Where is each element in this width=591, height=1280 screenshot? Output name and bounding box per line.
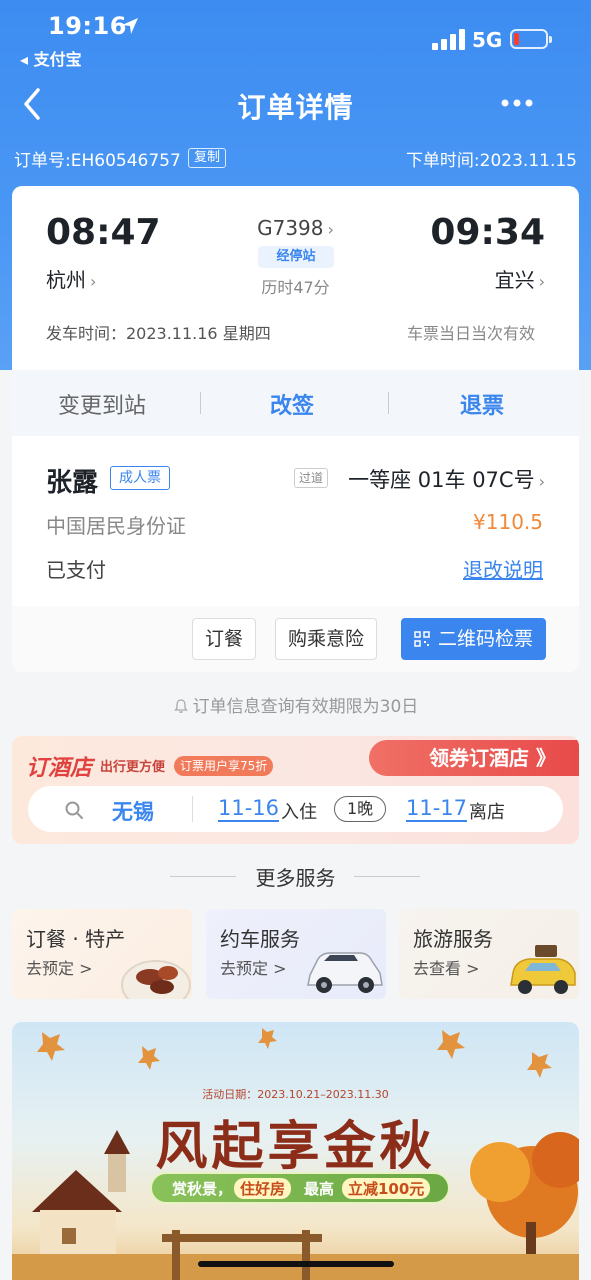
network-type: 5G: [472, 28, 503, 52]
order-meal-button[interactable]: 订餐: [192, 618, 257, 660]
divider: [200, 392, 201, 414]
more-icon[interactable]: [500, 96, 534, 110]
seat-info-label: 一等座 01车 07C号: [348, 468, 535, 492]
chevron-right-icon: ›: [327, 220, 334, 239]
hotel-subtitle: 出行更方便: [100, 760, 166, 775]
service-title: 旅游服务: [413, 927, 493, 951]
hotel-city[interactable]: 无锡: [112, 796, 154, 826]
ticket-validity-note: 车票当日当次有效: [406, 324, 535, 343]
id-type: 中国居民身份证: [46, 514, 186, 538]
passenger-name: 张露: [46, 468, 99, 498]
promo-pill-text-c: 最高: [304, 1180, 335, 1198]
nights-badge: 1晚: [334, 796, 387, 822]
service-subtitle: 去查看 >: [413, 959, 480, 978]
hotel-promo-badge: 订票用户享75折: [174, 756, 274, 776]
divider: [192, 796, 193, 822]
back-to-app-link[interactable]: ◂ 支付宝: [20, 46, 82, 70]
service-travel[interactable]: 旅游服务 去查看 >: [399, 909, 579, 999]
signal-icon: [432, 28, 466, 50]
checkin-label: 入住: [281, 802, 317, 823]
seat-position-tag: 过道: [294, 468, 329, 488]
qr-checkin-label: 二维码检票: [438, 628, 534, 650]
battery-icon: [510, 29, 552, 49]
query-validity-text: 订单信息查询有效期限为30日: [192, 697, 419, 717]
chevron-right-icon: ›: [538, 272, 545, 291]
search-icon: [65, 801, 83, 819]
copy-button[interactable]: 复制: [188, 148, 227, 168]
seat-info[interactable]: 一等座 01车 07C号 ›: [348, 464, 545, 494]
status-bar: 19:16 ◂ 支付宝 5G: [0, 0, 591, 70]
hotel-coupon-button[interactable]: 领券订酒店 》: [369, 740, 579, 776]
resign-button[interactable]: 改签: [270, 388, 314, 420]
arrival-city[interactable]: 宜兴 ›: [495, 264, 545, 293]
service-subtitle: 去预定 >: [220, 959, 287, 978]
autumn-promo-banner[interactable]: 活动日期：2023.10.21–2023.11.30 风起享金秋 赏秋景， 住好…: [12, 1022, 579, 1280]
promo-pill-text-a: 赏秋景，: [172, 1180, 233, 1198]
ticket-type-badge: 成人票: [110, 466, 170, 490]
divider: [388, 392, 389, 414]
passenger-actions: 订餐 购乘意险 二维码检票: [12, 606, 579, 672]
ticket-price: ¥110.5: [473, 510, 543, 534]
more-services-title: 更多服务: [255, 866, 336, 890]
status-time: 19:16: [48, 12, 127, 40]
promo-title: 风起享金秋: [155, 1117, 436, 1177]
qr-code-icon: [414, 631, 430, 647]
home-indicator: [198, 1261, 394, 1267]
bell-icon: [173, 699, 188, 713]
arrival-time: 09:34: [430, 212, 545, 253]
insurance-button[interactable]: 购乘意险: [275, 618, 378, 660]
promo-pill-text-b: 住好房: [234, 1178, 292, 1199]
service-title: 订餐 · 特产: [26, 927, 126, 951]
checkout-label: 离店: [469, 802, 505, 823]
checkin-date[interactable]: 11-16: [218, 796, 280, 822]
hotel-title: 订酒店: [26, 756, 93, 781]
order-info-row: 订单号:EH60546757 复制 下单时间:2023.11.15: [14, 146, 577, 172]
location-arrow-icon: [122, 18, 138, 34]
query-validity-note: 订单信息查询有效期限为30日: [0, 692, 591, 717]
hotel-booking-banner[interactable]: 订酒店 出行更方便 订票用户享75折 领券订酒店 》 无锡 11-16 入住 1…: [12, 736, 579, 844]
qr-checkin-button[interactable]: 二维码检票: [401, 618, 547, 660]
refund-button[interactable]: 退票: [460, 388, 504, 420]
hotel-search-form: 无锡 11-16 入住 1晚 11-17 离店: [28, 786, 563, 832]
promo-date: 活动日期：2023.10.21–2023.11.30: [202, 1088, 389, 1101]
promo-pill: 赏秋景， 住好房 最高 立减100元: [150, 1172, 450, 1204]
service-subtitle: 去预定 >: [26, 959, 93, 978]
trip-card: 08:47 杭州 › G7398 › 经停站 历时47分 09:34 宜兴 › 发车时…: [12, 186, 579, 370]
service-car-hailing[interactable]: 约车服务 去预定 >: [206, 909, 386, 999]
departure-date: 发车时间：2023.11.16 星期四: [46, 324, 271, 343]
passenger-card: 张露 成人票 过道 一等座 01车 07C号 › 中国居民身份证 ¥110.5 已…: [12, 436, 579, 672]
car-icon: [307, 952, 383, 993]
train-number-label: G7398: [257, 216, 324, 240]
checkout-date[interactable]: 11-17: [406, 796, 468, 822]
chevron-right-icon: ›: [538, 472, 545, 491]
promo-pill-text-d: 立减100元: [342, 1178, 431, 1199]
divider: [354, 876, 420, 877]
service-title: 约车服务: [220, 927, 300, 951]
change-station-button[interactable]: 变更到站: [58, 388, 146, 420]
food-plate-icon: [121, 960, 191, 999]
travel-car-icon: [510, 945, 576, 994]
payment-status: 已支付: [46, 558, 106, 582]
service-meal-specialty[interactable]: 订餐 · 特产 去预定 >: [12, 909, 192, 999]
order-time: 下单时间:2023.11.15: [405, 151, 577, 171]
stops-button[interactable]: 经停站: [258, 246, 334, 268]
order-number: 订单号:EH60546757: [14, 151, 181, 171]
ticket-actions-bar: 变更到站 改签 退票: [12, 370, 579, 436]
refund-rules-link[interactable]: 退改说明: [463, 554, 543, 583]
arrival-city-label: 宜兴: [494, 268, 535, 292]
